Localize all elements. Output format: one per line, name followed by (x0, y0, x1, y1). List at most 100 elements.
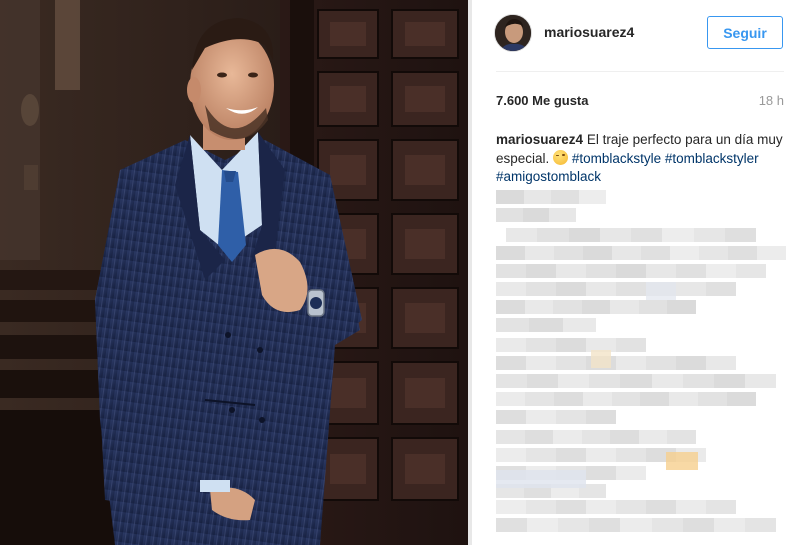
follow-button[interactable]: Seguir (707, 16, 783, 49)
blurred-comment-segment (496, 356, 526, 370)
blurred-comment-segment (586, 466, 616, 480)
likes-count[interactable]: 7.600 Me gusta (496, 93, 589, 108)
blurred-comment-segment (523, 190, 551, 204)
blurred-comment-segment (556, 410, 586, 424)
blurred-comment-segment (496, 264, 526, 278)
blurred-comment-line (496, 338, 646, 352)
blurred-comment-segment (667, 300, 696, 314)
blurred-comment-segment (506, 228, 538, 242)
blurred-comment-segment (631, 228, 663, 242)
author-username[interactable]: mariosuarez4 (544, 24, 634, 40)
header-divider (496, 71, 784, 72)
blurred-comment-segment (589, 518, 621, 532)
blurred-comment-segment (583, 246, 612, 260)
blurred-comment-segment (526, 500, 556, 514)
blurred-comment-segment (496, 190, 524, 204)
blurred-comment-segment (744, 374, 776, 388)
blurred-comment-segment (553, 430, 582, 444)
blurred-comment-segment (553, 300, 582, 314)
blurred-comment-segment (527, 518, 559, 532)
blurred-comment-segment (638, 430, 668, 444)
blurred-comment-tint (591, 350, 611, 368)
blurred-comment-segment (496, 300, 525, 314)
blurred-comment-segment (586, 410, 616, 424)
blurred-comment-segment (646, 356, 676, 370)
blurred-comment-line (496, 430, 696, 444)
hashtag-link[interactable]: #tomblackstyle (572, 151, 661, 166)
blurred-comment-segment (757, 246, 786, 260)
post-header: mariosuarez4 Seguir (472, 0, 796, 71)
likes-row: 7.600 Me gusta 18 h (496, 93, 784, 111)
hashtag-link[interactable]: #tomblackstyler (665, 151, 759, 166)
blurred-comment-segment (616, 448, 646, 462)
blurred-comment-segment (537, 228, 569, 242)
blurred-comment-segment (744, 518, 776, 532)
blurred-comment-segment (556, 264, 586, 278)
blurred-comment-line (496, 300, 696, 314)
blurred-comment-line (496, 500, 736, 514)
blurred-comment-segment (551, 190, 579, 204)
blurred-comment-segment (706, 264, 736, 278)
hashtag-link[interactable]: #amigostomblack (496, 169, 601, 184)
blurred-comment-segment (586, 282, 616, 296)
blurred-comment-line (496, 410, 616, 424)
blurred-comment-segment (612, 246, 641, 260)
blurred-comment-segment (682, 518, 714, 532)
blurred-comment-segment (556, 500, 586, 514)
blurred-comment-segment (641, 246, 670, 260)
blurred-comment-segment (706, 356, 736, 370)
blurred-comment-segment (724, 228, 756, 242)
blurred-comment-segment (556, 356, 586, 370)
blurred-comment-segment (524, 392, 554, 406)
blurred-comment-segment (620, 518, 652, 532)
blurred-comment-segment (527, 374, 559, 388)
blurred-comment-segment (728, 246, 757, 260)
blurred-comment-segment (669, 392, 699, 406)
blurred-comment-segment (522, 208, 550, 222)
blurred-comment-segment (693, 228, 725, 242)
post-timestamp[interactable]: 18 h (759, 93, 784, 108)
blurred-comment-line (496, 356, 736, 370)
blurred-comment-segment (549, 208, 576, 222)
avatar-image (495, 15, 531, 51)
blurred-comment-line (496, 392, 756, 406)
blurred-comment-line (496, 264, 766, 278)
blurred-comment-segment (713, 374, 745, 388)
blurred-comment-segment (616, 356, 646, 370)
blurred-comment-segment (599, 228, 631, 242)
blurred-comment-segment (558, 518, 590, 532)
blurred-comment-line (496, 190, 606, 204)
avatar[interactable] (494, 14, 532, 52)
blurred-comment-segment (651, 518, 683, 532)
blurred-comment-segment (526, 338, 556, 352)
blurred-comment-segment (638, 300, 668, 314)
blurred-comment-segment (651, 374, 683, 388)
post-photo[interactable] (0, 0, 472, 545)
post-image (0, 0, 472, 545)
blurred-comment-segment (616, 466, 646, 480)
blurred-comment-segment (525, 246, 554, 260)
blurred-comment-segment (526, 410, 556, 424)
blurred-comment-segment (553, 392, 583, 406)
blurred-comment-tint (646, 282, 676, 300)
winking-face-emoji-icon (553, 149, 569, 165)
blurred-comment-segment (699, 246, 728, 260)
blurred-comment-segment (526, 448, 556, 462)
blurred-comment-segment (646, 500, 676, 514)
blurred-comment-segment (706, 500, 736, 514)
blurred-comment-segment (698, 392, 728, 406)
blurred-comment-segment (496, 338, 526, 352)
blurred-comment-segment (727, 392, 756, 406)
post-caption: mariosuarez4 El traje perfecto para un d… (496, 131, 784, 187)
blurred-comment-segment (496, 518, 528, 532)
blurred-comment-segment (496, 374, 528, 388)
blurred-comment-segment (578, 190, 606, 204)
blurred-comment-segment (562, 318, 596, 332)
blurred-comment-line (506, 228, 756, 242)
blurred-comment-segment (581, 300, 611, 314)
blurred-comment-segment (496, 392, 525, 406)
caption-username[interactable]: mariosuarez4 (496, 132, 583, 147)
blurred-comment-segment (616, 500, 646, 514)
blurred-comment-segment (524, 430, 554, 444)
blurred-comment-segment (682, 374, 714, 388)
